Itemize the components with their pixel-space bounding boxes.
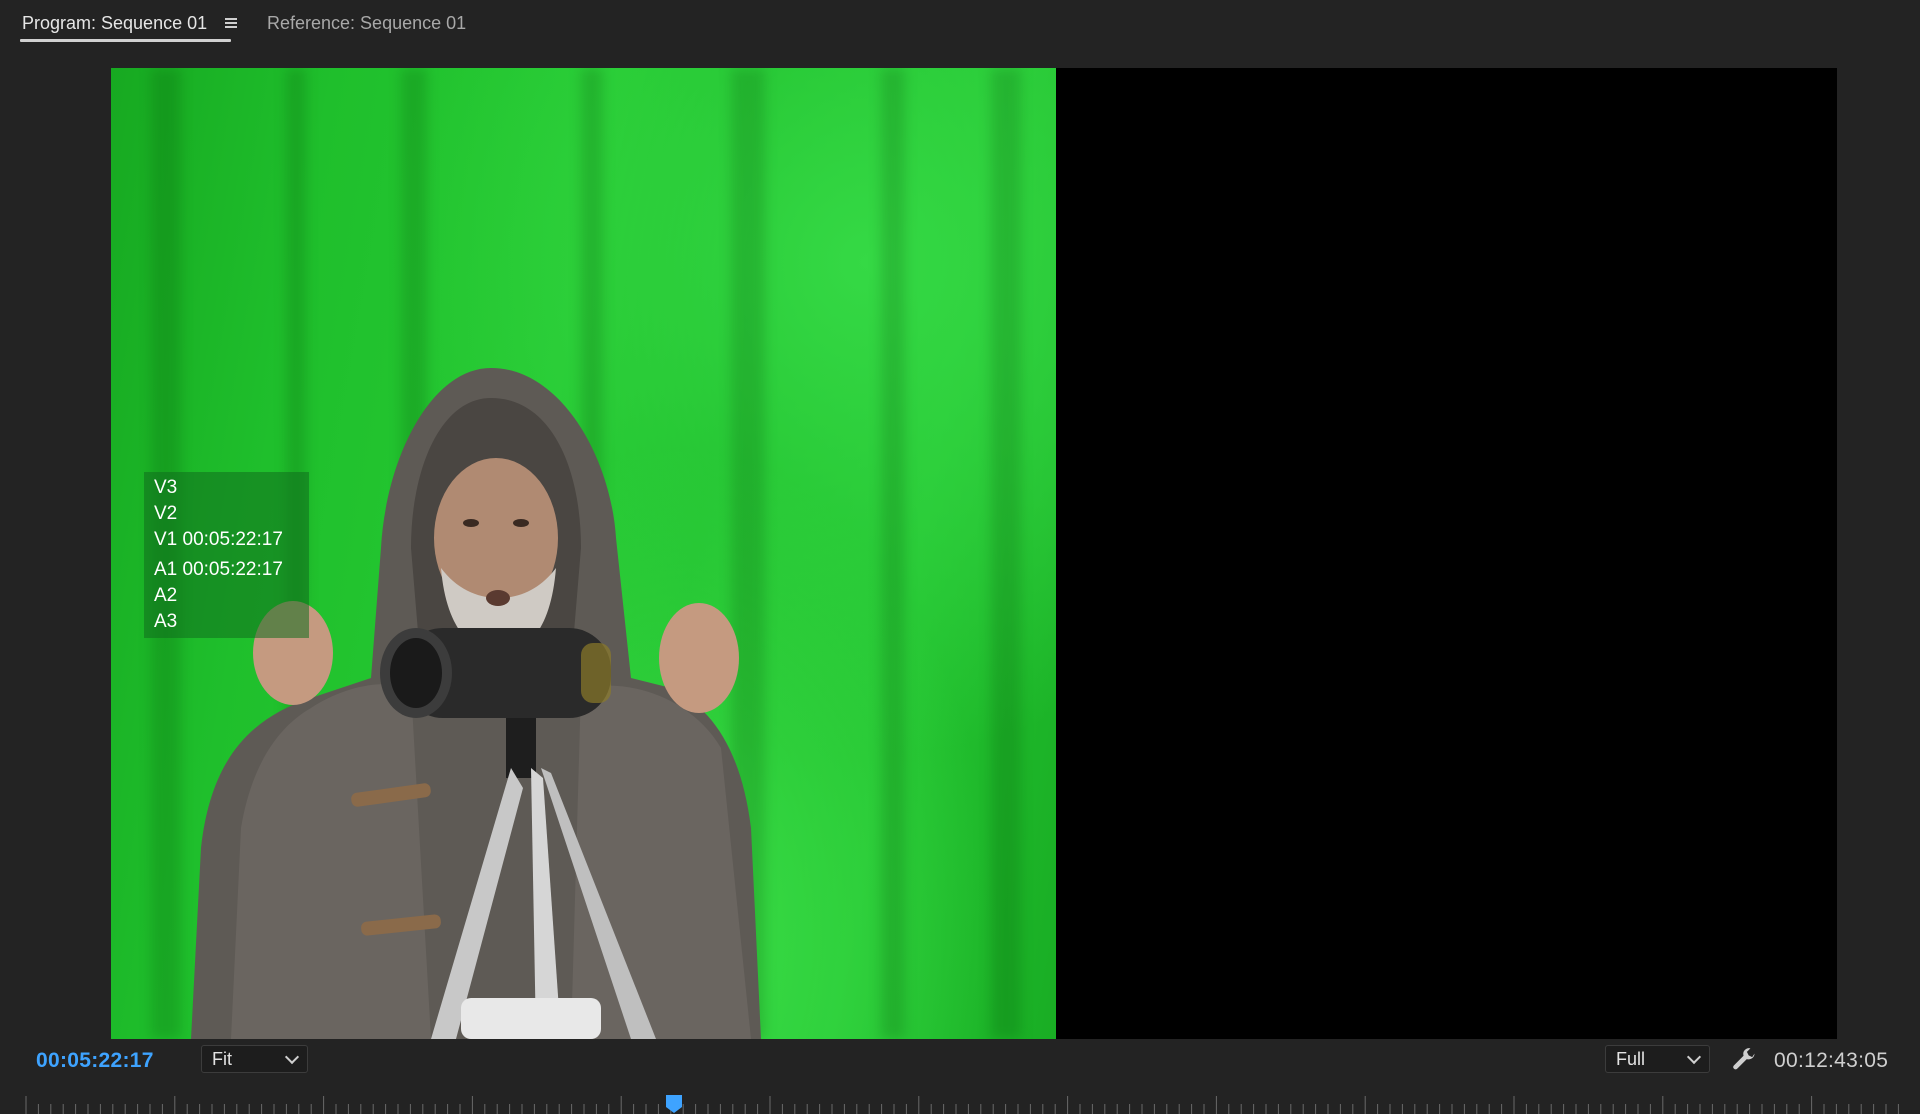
video-frame: V3 V2 V1 00:05:22:17 A1 00:05:22:17 A2 A… (111, 68, 1056, 1039)
overlay-line-v3: V3 (154, 477, 178, 498)
playhead-timecode[interactable]: 00:05:22:17 (36, 1049, 154, 1073)
wrench-icon[interactable] (1730, 1046, 1758, 1074)
program-monitor: Program: Sequence 01 Reference: Sequence… (0, 0, 1920, 1114)
tab-reference-monitor[interactable]: Reference: Sequence 01 (267, 0, 466, 46)
chevron-down-icon (1686, 1049, 1702, 1065)
overlay-line-v2: V2 (154, 503, 178, 524)
playback-resolution-select[interactable]: Full (1605, 1045, 1710, 1073)
playhead-handle[interactable] (665, 1094, 683, 1114)
video-viewer[interactable]: V3 V2 V1 00:05:22:17 A1 00:05:22:17 A2 A… (111, 68, 1837, 1039)
panel-menu-icon[interactable] (225, 18, 238, 28)
chevron-down-icon (284, 1049, 300, 1065)
overlay-line-v1: V1 00:05:22:17 (154, 529, 283, 550)
monitor-controls: 00:05:22:17 Fit Full 00:12:43:05 (0, 1040, 1920, 1114)
time-ruler[interactable] (22, 1092, 1902, 1114)
overlay-line-a3: A3 (154, 611, 178, 632)
track-info-overlay: V3 V2 V1 00:05:22:17 A1 00:05:22:17 A2 A… (144, 472, 309, 638)
panel-tab-bar: Program: Sequence 01 Reference: Sequence… (0, 0, 1920, 50)
overlay-line-a1: A1 00:05:22:17 (154, 559, 283, 580)
overlay-line-a2: A2 (154, 585, 178, 606)
active-tab-indicator (20, 39, 231, 42)
tab-reference-label: Reference: Sequence 01 (267, 12, 467, 33)
zoom-level-value: Fit (212, 1048, 232, 1069)
tab-program-label: Program: Sequence 01 (22, 12, 208, 33)
sequence-duration-timecode: 00:12:43:05 (1774, 1049, 1889, 1072)
zoom-level-select[interactable]: Fit (201, 1045, 308, 1073)
playback-resolution-value: Full (1616, 1048, 1646, 1069)
